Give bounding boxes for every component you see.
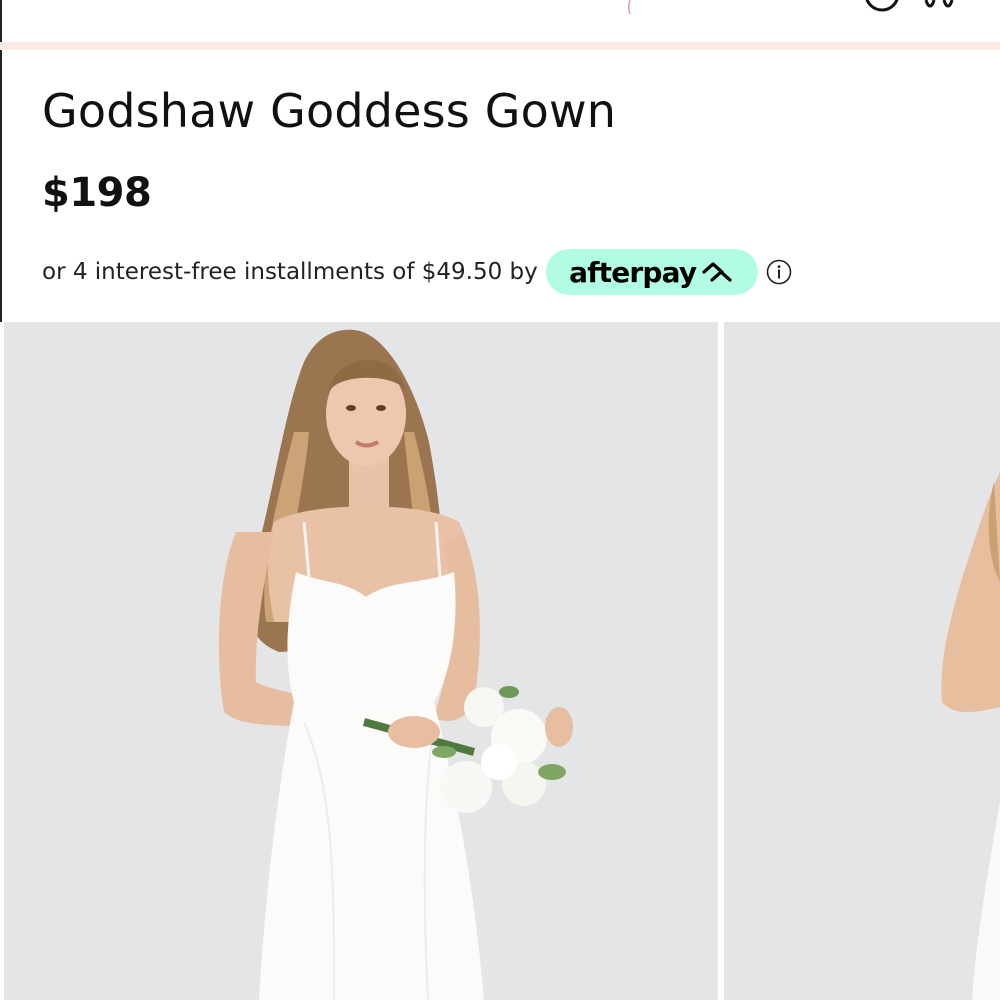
- shopping-bag-icon[interactable]: [920, 0, 960, 16]
- header-icon-group: [862, 0, 960, 16]
- afterpay-badge[interactable]: afterpay: [545, 249, 758, 295]
- installment-info: or 4 interest-free installments of $49.5…: [42, 248, 792, 296]
- product-image-gallery[interactable]: [0, 322, 1000, 1000]
- afterpay-label: afterpay: [569, 255, 697, 289]
- model-photo-illustration-secondary: [724, 322, 1000, 1000]
- search-icon[interactable]: [862, 0, 902, 16]
- afterpay-arrows-icon: [702, 262, 732, 282]
- product-title: Godshaw Goddess Gown: [42, 84, 617, 138]
- installment-text: or 4 interest-free installments of $49.5…: [42, 259, 538, 285]
- product-image-main[interactable]: [4, 322, 718, 1000]
- brand-logo[interactable]: [624, 0, 636, 16]
- info-icon[interactable]: [766, 259, 792, 285]
- model-photo-illustration: [4, 322, 718, 1000]
- product-image-next[interactable]: [724, 322, 1000, 1000]
- product-price: $198: [42, 170, 152, 216]
- site-header: [0, 0, 1000, 42]
- left-border: [0, 50, 2, 322]
- header-accent-band: [0, 42, 1000, 50]
